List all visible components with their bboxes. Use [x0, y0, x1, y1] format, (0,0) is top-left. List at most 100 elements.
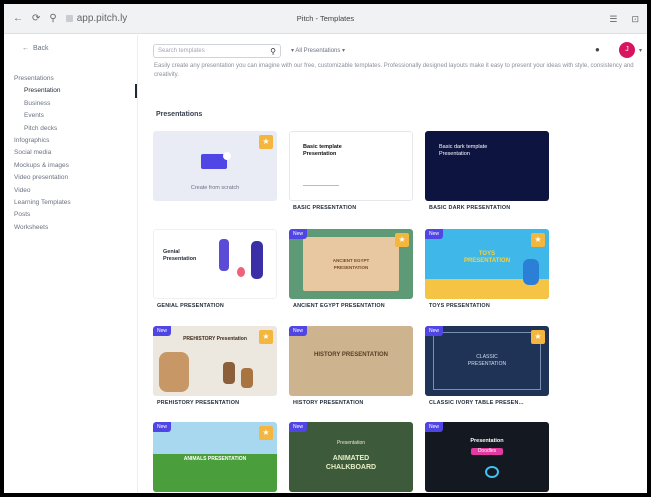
- thumb-title: ANIMATED CHALKBOARD: [325, 455, 377, 471]
- template-card[interactable]: ANCIENT EGYPT PRESENTATION New ★ ANCIENT EG…: [289, 229, 413, 316]
- sidebar-item[interactable]: Video presentation: [4, 172, 138, 184]
- address-text: app.pitch.ly: [76, 13, 128, 24]
- template-card[interactable]: Basic template Presentation BASIC PRESEN…: [289, 131, 413, 218]
- template-caption[interactable]: CLASSIC IVORY TABLE PRESEN...: [429, 400, 524, 406]
- thumb-title: Presentation: [470, 438, 504, 444]
- back-arrow-icon[interactable]: ←: [13, 13, 23, 24]
- thumb-title: TOYS PRESENTATION: [463, 251, 511, 264]
- sidebar-list: Presentations Presentation Business Events P…: [4, 73, 138, 234]
- thumb-title: PREHISTORY Presentation: [183, 336, 247, 342]
- thumb-title: HISTORY PRESENTATION: [313, 352, 388, 358]
- template-caption[interactable]: GENIAL PRESENTATION: [157, 303, 224, 309]
- template-caption[interactable]: ANCIENT EGYPT PRESENTATION: [293, 303, 385, 309]
- star-icon[interactable]: ★: [259, 330, 273, 344]
- avatar[interactable]: J: [619, 42, 635, 58]
- sidebar: ← Back Presentations Presentation Business…: [4, 35, 138, 493]
- sidebar-item[interactable]: Worksheets: [4, 222, 138, 234]
- template-card[interactable]: ANIMALS PRESENTATION New ★: [153, 422, 277, 493]
- address-bar[interactable]: app.pitch.ly: [65, 13, 128, 24]
- thumb-title: Basic dark template Presentation: [439, 144, 488, 157]
- doodle-illustration: [485, 466, 499, 478]
- template-thumbnail[interactable]: CLASSIC PRESENTATION New ★: [425, 326, 549, 396]
- sidebar-item[interactable]: Video: [4, 185, 138, 197]
- template-thumbnail[interactable]: Basic dark template Presentation: [425, 131, 549, 201]
- template-card[interactable]: Presentation Doodles New: [425, 422, 549, 493]
- new-badge: New: [289, 229, 308, 239]
- sidebar-item[interactable]: Business: [4, 98, 138, 110]
- star-icon[interactable]: ★: [259, 426, 273, 440]
- search-placeholder: Search templates: [158, 48, 205, 54]
- sidebar-item[interactable]: Pitch decks: [4, 123, 138, 135]
- thumb-title: Basic template Presentation: [303, 144, 342, 157]
- sidebar-item[interactable]: Learning Templates: [4, 197, 138, 209]
- template-caption[interactable]: PREHISTORY PRESENTATION: [157, 400, 239, 406]
- new-badge: New: [289, 326, 308, 336]
- sidebar-item[interactable]: Presentations: [4, 73, 138, 85]
- template-card[interactable]: Create from scratch ★: [153, 131, 277, 218]
- search-icon[interactable]: ⚲: [270, 47, 276, 56]
- browser-actions: ☰ ⊡: [609, 4, 639, 34]
- template-thumbnail[interactable]: Presentation ANIMATED CHALKBOARD New: [289, 422, 413, 492]
- template-caption[interactable]: HISTORY PRESENTATION: [293, 400, 364, 406]
- template-thumbnail[interactable]: Basic template Presentation: [289, 131, 413, 201]
- star-icon[interactable]: ★: [259, 135, 273, 149]
- template-card[interactable]: Genial Presentation GENIAL PRESENTATION: [153, 229, 277, 316]
- star-icon[interactable]: ★: [395, 233, 409, 247]
- new-badge: New: [153, 326, 172, 336]
- thumb-title: CLASSIC PRESENTATION: [467, 354, 507, 367]
- thumb-subtitle: Presentation: [336, 440, 366, 446]
- template-card[interactable]: Basic dark template Presentation BASIC DA…: [425, 131, 549, 218]
- sidebar-item[interactable]: Events: [4, 110, 138, 122]
- thumb-subtitle: Doodles: [471, 448, 503, 455]
- template-caption[interactable]: BASIC PRESENTATION: [293, 205, 356, 211]
- notification-icon[interactable]: ●: [595, 45, 602, 54]
- browser-nav: ← ⟳ ⚲ app.pitch.ly: [4, 13, 169, 24]
- extensions-icon[interactable]: ☰: [609, 14, 617, 25]
- category-filter[interactable]: ▾ All Presentations ▾: [291, 47, 345, 54]
- app-window: ← ⟳ ⚲ app.pitch.ly Pitch - Templates ☰ ⊡…: [4, 4, 647, 493]
- template-thumbnail[interactable]: Create from scratch ★: [153, 131, 277, 201]
- home-icon[interactable]: ⚲: [49, 13, 56, 24]
- sidebar-item[interactable]: Infographics: [4, 135, 138, 147]
- template-thumbnail[interactable]: HISTORY PRESENTATION New: [289, 326, 413, 396]
- thumb-title: ANIMALS PRESENTATION: [183, 456, 247, 462]
- star-icon[interactable]: ★: [531, 233, 545, 247]
- figure-illustration: [223, 362, 235, 384]
- template-thumbnail[interactable]: TOYS PRESENTATION New ★: [425, 229, 549, 299]
- sidebar-item[interactable]: Mockups & images: [4, 160, 138, 172]
- sidebar-item[interactable]: Social media: [4, 147, 138, 159]
- template-caption[interactable]: BASIC DARK PRESENTATION: [429, 205, 510, 211]
- page-description: Easily create any presentation you can i…: [154, 63, 634, 78]
- back-label: Back: [33, 45, 49, 52]
- template-thumbnail[interactable]: PREHISTORY Presentation New ★: [153, 326, 277, 396]
- window-icon[interactable]: ⊡: [631, 14, 639, 25]
- new-badge: New: [153, 422, 172, 432]
- sidebar-item[interactable]: Posts: [4, 209, 138, 221]
- new-badge: New: [289, 422, 308, 432]
- template-thumbnail[interactable]: Genial Presentation: [153, 229, 277, 299]
- back-link[interactable]: ← Back: [22, 45, 49, 52]
- template-thumbnail[interactable]: ANIMALS PRESENTATION New ★: [153, 422, 277, 492]
- star-icon[interactable]: ★: [531, 330, 545, 344]
- template-card[interactable]: TOYS PRESENTATION New ★ TOYS PRESENTATION: [425, 229, 549, 316]
- template-card[interactable]: HISTORY PRESENTATION New HISTORY PRESENTAT…: [289, 326, 413, 413]
- template-caption[interactable]: TOYS PRESENTATION: [429, 303, 490, 309]
- sidebar-item[interactable]: Presentation: [4, 85, 138, 97]
- people-illustration: [219, 239, 229, 271]
- create-label: Create from scratch: [190, 185, 240, 191]
- template-thumbnail[interactable]: Presentation Doodles New: [425, 422, 549, 492]
- template-card[interactable]: CLASSIC PRESENTATION New ★ CLASSIC IVORY TA…: [425, 326, 549, 413]
- template-card[interactable]: PREHISTORY Presentation New ★ PREHISTORY P…: [153, 326, 277, 413]
- new-badge: New: [425, 422, 444, 432]
- plus-icon: [223, 152, 231, 160]
- chevron-down-icon[interactable]: ▾: [639, 47, 642, 54]
- plant-illustration: [237, 267, 245, 277]
- template-thumbnail[interactable]: ANCIENT EGYPT PRESENTATION New ★: [289, 229, 413, 299]
- new-badge: New: [425, 229, 444, 239]
- thumb-title: ANCIENT EGYPT PRESENTATION: [332, 258, 370, 270]
- lock-icon: [65, 15, 73, 22]
- search-input[interactable]: Search templates ⚲: [153, 44, 281, 58]
- reload-icon[interactable]: ⟳: [32, 13, 40, 24]
- template-card[interactable]: Presentation ANIMATED CHALKBOARD New: [289, 422, 413, 493]
- thumb-title: Genial Presentation: [163, 249, 197, 262]
